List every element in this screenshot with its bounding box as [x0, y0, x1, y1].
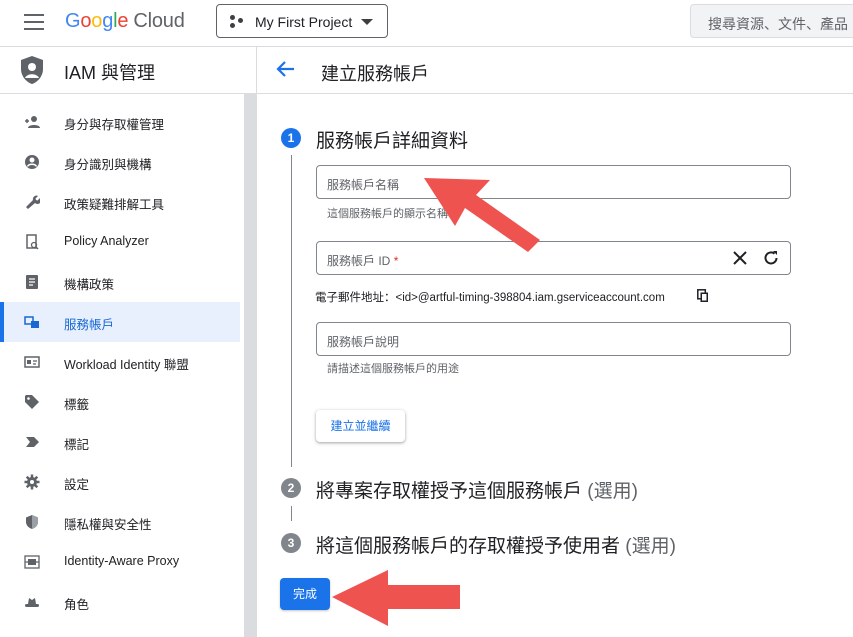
project-name: My First Project — [255, 14, 353, 30]
optional-label: (選用) — [587, 481, 638, 502]
list-doc-icon — [26, 275, 38, 289]
main-content: 建立服務帳戶 1 服務帳戶詳細資料 服務帳戶名稱 這個服務帳戶的顯示名稱 服務帳… — [257, 47, 853, 637]
step-connector — [291, 506, 292, 521]
sidebar-item-iam[interactable]: 身分與存取權管理 — [0, 102, 240, 142]
gear-icon — [24, 474, 40, 490]
sidebar-item-label: Identity-Aware Proxy — [64, 554, 180, 568]
done-button[interactable]: 完成 — [280, 578, 330, 610]
create-and-continue-button[interactable]: 建立並繼續 — [316, 410, 405, 442]
annotation-arrow-icon — [332, 570, 460, 626]
id-field-label-text: 服務帳戶 ID — [327, 254, 391, 268]
sidebar-item-workload-identity[interactable]: Workload Identity 聯盟 — [0, 342, 240, 382]
sidebar-item-troubleshooter[interactable]: 政策疑難排解工具 — [0, 182, 240, 222]
sidebar: IAM 與管理 身分與存取權管理 身分識別與機構 政策疑難排解工具 Policy… — [0, 47, 256, 637]
copy-icon[interactable] — [697, 289, 709, 303]
service-account-description-field[interactable]: 服務帳戶說明 — [316, 322, 791, 356]
sidebar-item-privacy-security[interactable]: 隱私權與安全性 — [0, 502, 240, 542]
policy-doc-icon — [26, 234, 39, 250]
sidebar-item-service-accounts[interactable]: 服務帳戶 — [0, 302, 240, 342]
hat-icon — [25, 598, 39, 607]
sidebar-item-label: Workload Identity 聯盟 — [64, 358, 189, 372]
iam-shield-icon — [21, 56, 43, 84]
required-marker: * — [393, 254, 399, 268]
page-header: 建立服務帳戶 — [257, 47, 853, 94]
sidebar-item-identity[interactable]: 身分識別與機構 — [0, 142, 240, 182]
logo-letter: g — [102, 10, 114, 32]
menu-icon[interactable] — [24, 14, 44, 30]
service-account-name-field[interactable]: 服務帳戶名稱 — [316, 165, 791, 199]
sidebar-item-org-policies[interactable]: 機構政策 — [0, 262, 240, 302]
step-2-title-text: 將專案存取權授予這個服務帳戶 — [316, 481, 583, 502]
caret-down-icon — [361, 19, 373, 25]
sidebar-item-label: Policy Analyzer — [64, 234, 149, 248]
back-arrow-icon[interactable] — [275, 58, 297, 80]
sidebar-item-label: 設定 — [64, 478, 90, 492]
refresh-icon[interactable] — [762, 249, 780, 267]
service-account-id-field[interactable]: 服務帳戶 ID * — [316, 241, 791, 275]
email-address-text: 電子郵件地址：<id>@artful-timing-398804.iam.gse… — [315, 292, 665, 304]
sidebar-item-label: 機構政策 — [64, 278, 115, 292]
step-connector — [291, 155, 292, 467]
step-3-title-text: 將這個服務帳戶的存取權授予使用者 — [316, 536, 621, 557]
name-field-placeholder: 服務帳戶名稱 — [327, 178, 400, 192]
label-icon — [26, 437, 39, 447]
sidebar-item-iap[interactable]: Identity-Aware Proxy — [0, 542, 240, 582]
logo-letter: o — [80, 10, 92, 32]
project-icon — [230, 15, 244, 29]
search-placeholder: 搜尋資源、文件、產品 — [708, 16, 848, 32]
sidebar-nav: 身分與存取權管理 身分識別與機構 政策疑難排解工具 Policy Analyze… — [0, 102, 240, 622]
step-1-title: 服務帳戶詳細資料 — [316, 131, 469, 152]
step-3-title[interactable]: 將這個服務帳戶的存取權授予使用者 (選用) — [316, 531, 676, 558]
shield-icon — [26, 515, 38, 529]
sidebar-item-label: 角色 — [64, 598, 90, 612]
optional-label: (選用) — [625, 536, 676, 557]
sidebar-item-policy-analyzer[interactable]: Policy Analyzer — [0, 222, 240, 262]
proxy-icon — [24, 555, 40, 569]
id-card-icon — [24, 356, 40, 368]
step-2-number: 2 — [281, 478, 301, 498]
wrench-icon — [26, 195, 40, 209]
google-cloud-logo[interactable]: Google Cloud — [65, 10, 185, 33]
sidebar-item-label: 標記 — [64, 438, 90, 452]
description-field-hint: 請描述這個服務帳戶的用途 — [327, 363, 459, 375]
annotation-arrow-icon — [424, 178, 540, 252]
id-field-label: 服務帳戶 ID * — [327, 252, 398, 269]
search-input[interactable]: 搜尋資源、文件、產品 — [690, 4, 853, 38]
sidebar-item-label: 標籤 — [64, 398, 90, 412]
person-add-icon — [25, 116, 40, 128]
step-1-number: 1 — [281, 128, 301, 148]
clear-icon[interactable] — [731, 249, 749, 267]
sidebar-item-settings[interactable]: 設定 — [0, 462, 240, 502]
step-3-number: 3 — [281, 533, 301, 553]
logo-letter: o — [91, 10, 103, 32]
top-bar: Google Cloud My First Project 搜尋資源、文件、產品 — [0, 0, 853, 47]
sidebar-title: IAM 與管理 — [64, 63, 156, 83]
project-selector[interactable]: My First Project — [216, 4, 388, 38]
tag-icon — [25, 395, 39, 409]
description-field-placeholder: 服務帳戶說明 — [327, 335, 400, 349]
sidebar-item-label: 身分識別與機構 — [64, 158, 152, 172]
sidebar-item-tags[interactable]: 標記 — [0, 422, 240, 462]
sidebar-header: IAM 與管理 — [0, 47, 256, 94]
sidebar-item-label: 服務帳戶 — [64, 318, 115, 332]
step-2-title[interactable]: 將專案存取權授予這個服務帳戶 (選用) — [316, 476, 638, 503]
sidebar-item-label: 政策疑難排解工具 — [64, 198, 165, 212]
sidebar-item-label: 身分與存取權管理 — [64, 118, 165, 132]
page-title: 建立服務帳戶 — [321, 64, 429, 84]
logo-letter: G — [65, 10, 81, 32]
logo-letter: e — [117, 10, 129, 32]
logo-cloud-text: Cloud — [133, 10, 185, 32]
sidebar-item-roles[interactable]: 角色 — [0, 582, 240, 622]
sidebar-item-labels[interactable]: 標籤 — [0, 382, 240, 422]
sidebar-scrollbar[interactable] — [244, 93, 256, 637]
sidebar-item-label: 隱私權與安全性 — [64, 518, 152, 532]
service-account-icon — [24, 316, 39, 328]
account-circle-icon — [25, 155, 39, 169]
